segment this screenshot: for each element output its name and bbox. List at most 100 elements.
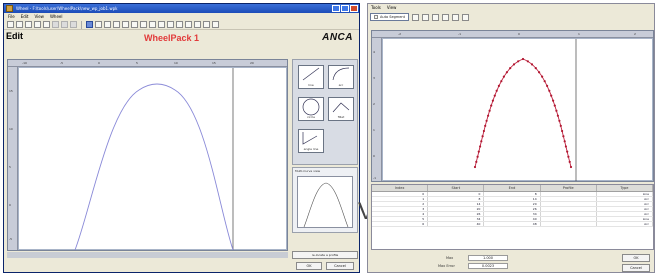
table-cell: 14 (484, 197, 541, 201)
segment-point-marker (541, 75, 544, 78)
shape-line-button[interactable]: line (298, 65, 324, 89)
zoom-all-icon[interactable] (176, 21, 183, 28)
table-cell: 8 (484, 192, 541, 196)
zoom-out-icon[interactable] (158, 21, 165, 28)
shape-circle-button[interactable]: circle (298, 97, 324, 121)
grid-icon[interactable] (104, 21, 111, 28)
shape-label: arc (338, 83, 344, 87)
redo-icon[interactable] (70, 21, 77, 28)
ruler-label: 10 (9, 127, 13, 131)
segment-canvas[interactable]: -2 -1 0 1 2 4 3 2 1 0 -1 (371, 30, 654, 182)
menu-wheel[interactable]: Wheel (50, 13, 63, 20)
angle-line-shape-icon (302, 132, 318, 145)
table-cell: Line (597, 217, 654, 221)
table-cell (541, 207, 597, 211)
ruler-label: 1 (373, 128, 375, 132)
menu-view[interactable]: View (387, 4, 397, 11)
menu-view[interactable]: View (34, 13, 44, 20)
table-cell: 40 (428, 222, 485, 226)
column-header[interactable]: End (484, 185, 541, 191)
shape-fillet-button[interactable]: fillet (328, 97, 354, 121)
shape-arc-button[interactable]: arc (328, 65, 354, 89)
shape-label: angle line (303, 147, 319, 151)
ruler-label: 3 (373, 76, 375, 80)
segment-point-marker (534, 67, 537, 70)
right-ok-button[interactable]: OK (622, 254, 650, 262)
max-error-value: 0.0023 (468, 263, 508, 269)
maximize-icon[interactable] (341, 5, 349, 12)
paste-icon[interactable] (422, 13, 429, 21)
segment-point-marker (543, 80, 546, 83)
ruler-label: 0 (373, 154, 375, 158)
column-header[interactable]: Index (372, 185, 429, 191)
zoom-fit-icon[interactable] (462, 13, 469, 21)
table-body: 0 0 8 Line 1 8 14 Arc 2 14 20 Arc 3 20 26 Arc 4 26 34 Arc 5 3… (372, 192, 654, 227)
arrow-left-icon[interactable] (185, 21, 192, 28)
new-file-icon[interactable] (7, 21, 14, 28)
table-cell (541, 202, 597, 206)
segment-icon (374, 15, 378, 19)
zoom-window-icon[interactable] (140, 21, 147, 28)
table-cell (541, 222, 597, 226)
mirror-icon[interactable] (113, 21, 120, 28)
save-icon[interactable] (25, 21, 32, 28)
left-menu-bar: File Edit View Wheel (4, 13, 359, 20)
relocate-profile-button[interactable]: re-locate a profile (292, 251, 358, 259)
minimize-icon[interactable] (332, 5, 340, 12)
table-cell (541, 217, 597, 221)
menu-tools[interactable]: Tools (371, 4, 381, 11)
zoom-in-icon[interactable] (442, 13, 449, 21)
table-cell: 20 (428, 207, 485, 211)
menu-file[interactable]: File (8, 13, 15, 20)
table-cell: 2 (372, 202, 429, 206)
print-icon[interactable] (34, 21, 41, 28)
open-file-icon[interactable] (16, 21, 23, 28)
left-cancel-button[interactable]: Cancel (326, 262, 354, 270)
ruler-label: -1 (458, 32, 461, 36)
max-value: 1.000 (468, 255, 508, 261)
print-preview-icon[interactable] (43, 21, 50, 28)
segment-point-marker (480, 140, 483, 143)
preview-curve-svg (303, 182, 349, 228)
arrow-right-icon[interactable] (194, 21, 201, 28)
table-row[interactable]: 6 40 48 Arc (372, 222, 654, 227)
segment-point-marker (473, 165, 477, 169)
shape-angle-line-button[interactable]: angle line (298, 129, 324, 153)
move-icon[interactable] (86, 21, 93, 28)
segment-point-marker (567, 155, 570, 158)
ruler-label: -5 (9, 237, 12, 241)
zoom-out-icon[interactable] (452, 13, 459, 21)
arrow-up-icon[interactable] (203, 21, 210, 28)
left-ok-button[interactable]: OK (296, 262, 322, 270)
table-cell: 8 (428, 197, 485, 201)
profile-canvas[interactable]: -10 -5 0 5 10 15 20 15 10 5 0 -5 (7, 59, 288, 251)
table-cell: 20 (484, 202, 541, 206)
zoom-in-icon[interactable] (149, 21, 156, 28)
copy-icon[interactable] (412, 13, 419, 21)
table-cell: Arc (597, 202, 654, 206)
prev-icon[interactable] (122, 21, 129, 28)
next-icon[interactable] (131, 21, 138, 28)
auto-segment-button[interactable]: Auto Segment (370, 13, 409, 21)
column-header[interactable]: Type (597, 185, 654, 191)
select-icon[interactable] (95, 21, 102, 28)
segment-point-marker (481, 135, 484, 138)
drawing-area[interactable] (19, 68, 286, 251)
close-icon[interactable] (350, 5, 358, 12)
cut-icon[interactable] (52, 21, 59, 28)
column-header[interactable]: Profile (541, 185, 597, 191)
undo-icon[interactable] (61, 21, 68, 28)
ruler-label: 15 (212, 61, 216, 65)
arrow-down-icon[interactable] (212, 21, 219, 28)
segment-point-marker (479, 145, 482, 148)
ruler-label: -10 (22, 61, 27, 65)
segment-point-marker (561, 129, 564, 133)
zoom-window-icon[interactable] (432, 13, 439, 21)
menu-edit[interactable]: Edit (21, 13, 29, 20)
segment-point-marker (500, 80, 503, 83)
segment-drawing-area[interactable] (383, 39, 652, 181)
column-header[interactable]: Start (428, 185, 485, 191)
zoom-fit-icon[interactable] (167, 21, 174, 28)
right-cancel-button[interactable]: Cancel (622, 264, 650, 272)
left-title-bar[interactable]: Wheel - F:\tools\user\WheelPack\new_wp_j… (4, 4, 359, 13)
